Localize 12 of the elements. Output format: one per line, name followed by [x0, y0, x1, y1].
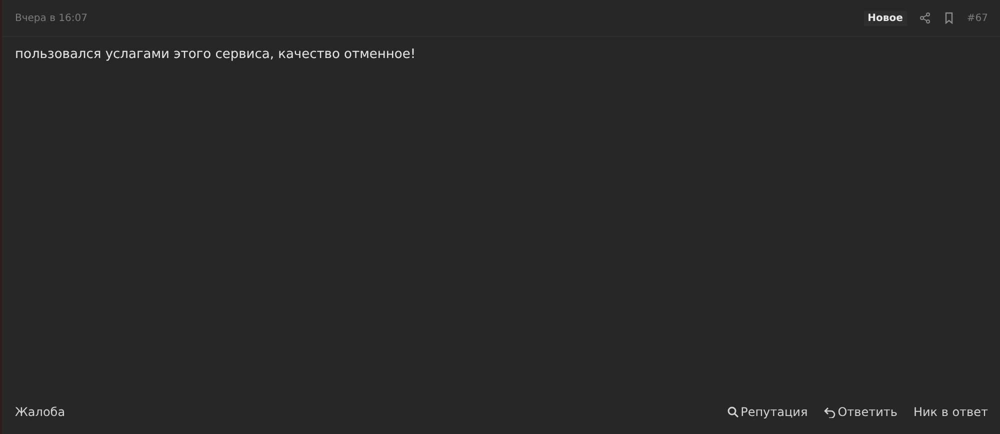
post-date: Вчера в 16:07 — [15, 12, 88, 24]
share-icon[interactable] — [918, 12, 931, 24]
reply-link[interactable]: Ответить — [824, 405, 898, 419]
search-icon — [726, 406, 739, 418]
post-text: пользовался услагами этого сервиса, качество отменное! — [15, 47, 416, 62]
post-number[interactable]: #67 — [966, 12, 988, 24]
new-label: Новое — [864, 10, 907, 26]
bookmark-icon[interactable] — [942, 12, 955, 24]
reply-icon — [824, 406, 836, 418]
report-link[interactable]: Жалоба — [15, 405, 66, 419]
quote-nick-link[interactable]: Ник в ответ — [913, 405, 988, 419]
reputation-link[interactable]: Репутация — [726, 405, 808, 419]
